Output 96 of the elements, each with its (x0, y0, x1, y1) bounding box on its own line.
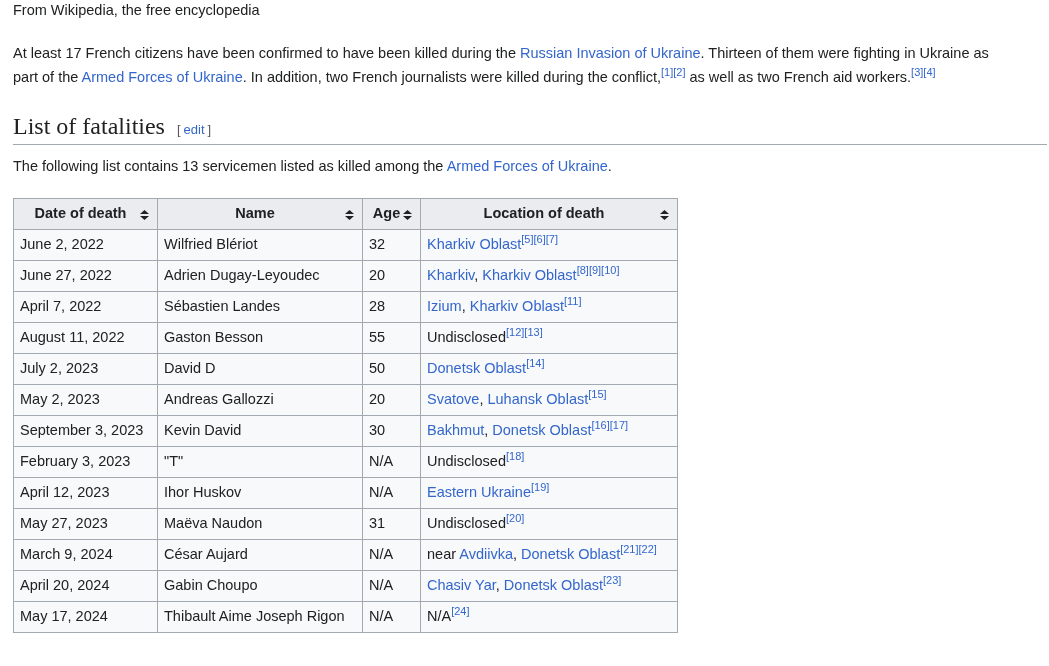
table-cell: April 7, 2022 (20, 297, 102, 314)
citation-link[interactable]: [3] (911, 66, 924, 79)
tagline: From Wikipedia, the free encyclopedia (13, 2, 260, 18)
lead-paragraph: The following list contains 13 servicemen listed as killed among the Armed Forces of Ukraine. (13, 156, 613, 176)
table-cell: David D (164, 359, 216, 376)
citation-link[interactable]: [13] (524, 326, 543, 339)
citation-link[interactable]: [14] (526, 357, 545, 370)
citation-link[interactable]: [11] (564, 295, 582, 308)
table-cell: June 2, 2022 (20, 235, 104, 252)
table-cell: Gaston Besson (164, 328, 264, 345)
table-cell: March 9, 2024 (20, 545, 113, 562)
location-cell: Svatove, Luhansk Oblast$^{[15]}$ (427, 390, 607, 407)
link[interactable]: Svatove (427, 390, 480, 407)
table-cell: Ihor Huskov (164, 483, 242, 500)
table-cell: 31 (369, 514, 386, 531)
location-cell: Undisclosed$^{[20]}$ (427, 514, 525, 531)
location-cell: Undisclosed$^{[18]}$ (427, 452, 525, 469)
link[interactable]: Eastern Ukraine (427, 483, 531, 500)
table-cell: September 3, 2023 (20, 421, 144, 438)
link[interactable]: Donetsk Oblast (492, 421, 592, 438)
sort-icon[interactable] (345, 209, 354, 220)
table-cell: 20 (369, 390, 386, 407)
citation-link[interactable]: [2] (673, 66, 686, 79)
section-heading: List of fatalities (13, 111, 165, 141)
table-cell: César Aujard (164, 545, 248, 562)
table-cell: Thibault Aime Joseph Rigon (164, 607, 345, 624)
table-cell: June 27, 2022 (20, 266, 112, 283)
citation-link[interactable]: [1] (661, 66, 674, 79)
link[interactable]: Kharkiv Oblast (427, 235, 522, 252)
link[interactable]: Donetsk Oblast (521, 545, 621, 562)
table-cell: Kevin David (164, 421, 242, 438)
table-cell: 30 (369, 421, 386, 438)
citation-link[interactable]: [6] (533, 233, 546, 246)
citation-link[interactable]: [15] (588, 388, 607, 401)
table-cell: N/A (369, 576, 394, 593)
location-cell: Izium, Kharkiv Oblast$^{[11]}$ (427, 297, 582, 314)
citation-link[interactable]: [7] (545, 233, 558, 246)
table-cell: 50 (369, 359, 386, 376)
link[interactable]: Donetsk Oblast (427, 359, 527, 376)
link[interactable]: Armed Forces of Ukraine (81, 68, 243, 85)
bracket: ] (207, 120, 212, 139)
table-cell: Andreas Gallozzi (164, 390, 274, 407)
citation-link[interactable]: [24] (451, 605, 470, 618)
table-cell: Adrien Dugay-Leyoudec (164, 266, 320, 283)
table-cell: 32 (369, 235, 386, 252)
link[interactable]: Chasiv Yar (427, 576, 496, 593)
edit-link[interactable]: edit (183, 119, 205, 140)
table-cell: Maëva Naudon (164, 514, 263, 531)
table-cell: May 27, 2023 (20, 514, 108, 531)
table-cell: N/A (369, 452, 394, 469)
table-cell: August 11, 2022 (20, 328, 125, 345)
table-cell: N/A (369, 607, 394, 624)
citation-link[interactable]: [22] (638, 543, 657, 556)
table-cell: Wilfried Blériot (164, 235, 258, 252)
table-cell: "T" (164, 452, 184, 469)
citation-link[interactable]: [17] (609, 419, 629, 432)
citation-link[interactable]: [18] (506, 450, 525, 463)
sort-icon[interactable] (140, 209, 149, 220)
table-cell: Sébastien Landes (164, 297, 281, 314)
table-cell: May 17, 2024 (20, 607, 108, 624)
citation-link[interactable]: [9] (588, 264, 602, 277)
citation-link[interactable]: [23] (603, 574, 622, 587)
link[interactable]: Kharkiv Oblast (469, 297, 564, 314)
citation-link[interactable]: [12] (506, 326, 525, 339)
table-cell: April 20, 2024 (20, 576, 110, 593)
citation-link[interactable]: [20] (506, 512, 525, 525)
citation-link[interactable]: [4] (923, 66, 936, 79)
link[interactable]: Izium (427, 297, 462, 314)
table-cell: April 12, 2023 (20, 483, 110, 500)
table-cell: Gabin Choupo (164, 576, 258, 593)
location-cell: N/A$^{[24]}$ (427, 607, 470, 624)
citation-link[interactable]: [5] (521, 233, 534, 246)
table-cell: July 2, 2023 (20, 359, 99, 376)
citation-link[interactable]: [8] (576, 264, 589, 277)
location-cell: Chasiv Yar, Donetsk Oblast$^{[23]}$ (427, 576, 622, 593)
table-cell: N/A (369, 545, 394, 562)
bracket: [ (176, 120, 181, 139)
sort-icon[interactable] (660, 209, 669, 220)
citation-link[interactable]: [10] (601, 264, 620, 277)
citation-link[interactable]: [19] (530, 481, 550, 494)
column-header[interactable]: Name (235, 202, 275, 225)
link[interactable]: Kharkiv Oblast (482, 266, 577, 283)
link[interactable]: Armed Forces of Ukraine (446, 157, 608, 174)
table-cell: N/A (369, 483, 394, 500)
citation-link[interactable]: [16] (591, 419, 610, 432)
table-cell: 28 (369, 297, 386, 314)
link[interactable]: Avdiivka (459, 545, 513, 562)
link[interactable]: Luhansk Oblast (487, 390, 589, 407)
table-cell: 20 (369, 266, 386, 283)
table-cell: February 3, 2023 (20, 452, 131, 469)
link[interactable]: Donetsk Oblast (503, 576, 603, 593)
table-cell: May 2, 2023 (20, 390, 100, 407)
sort-icon[interactable] (403, 209, 412, 220)
citation-link[interactable]: [21] (620, 543, 639, 556)
table-cell: 55 (369, 328, 386, 345)
link[interactable]: Russian Invasion of Ukraine (520, 44, 701, 61)
